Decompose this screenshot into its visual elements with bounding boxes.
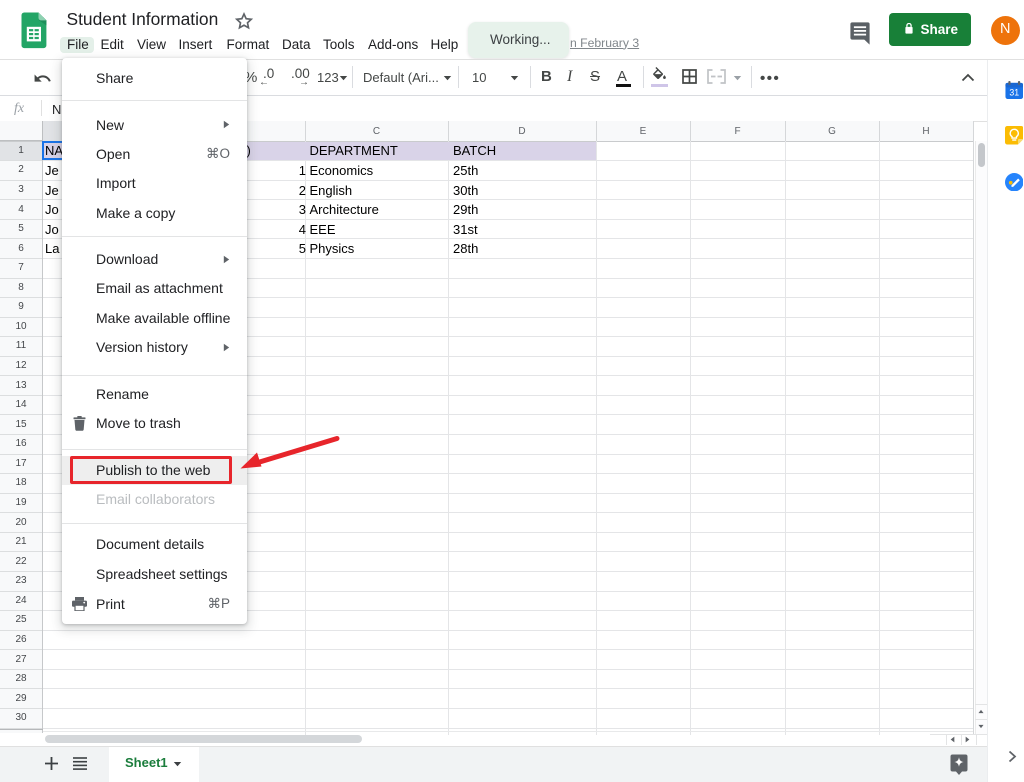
svg-text:31: 31 (1009, 87, 1019, 97)
